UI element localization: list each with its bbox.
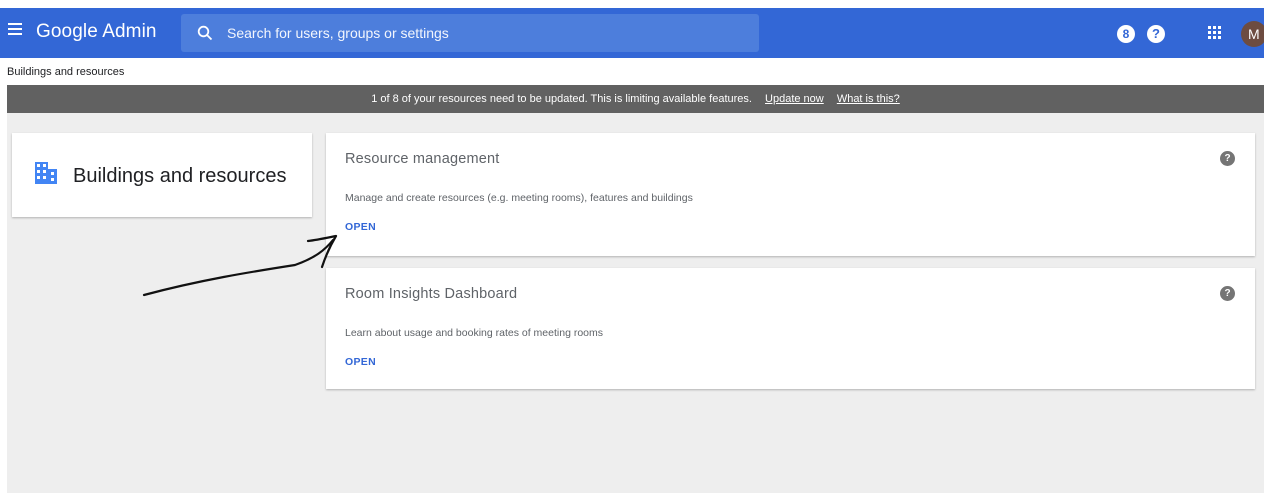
banner-message: 1 of 8 of your resources need to be upda… bbox=[371, 93, 752, 105]
card-title: Room Insights Dashboard bbox=[345, 286, 518, 302]
building-icon bbox=[35, 162, 57, 184]
card-description: Learn about usage and booking rates of m… bbox=[345, 327, 604, 339]
search-bar[interactable]: Search for users, groups or settings bbox=[181, 14, 759, 52]
update-banner: 1 of 8 of your resources need to be upda… bbox=[7, 85, 1264, 113]
section-card: Buildings and resources bbox=[12, 133, 312, 217]
help-icon[interactable]: ? bbox=[1220, 286, 1235, 301]
room-insights-card: Room Insights Dashboard Learn about usag… bbox=[326, 268, 1255, 389]
apps-grid-icon[interactable] bbox=[1208, 26, 1222, 40]
room-insights-open-button[interactable]: OPEN bbox=[345, 356, 376, 368]
resource-management-card: Resource management Manage and create re… bbox=[326, 133, 1255, 256]
update-now-link[interactable]: Update now bbox=[765, 93, 824, 105]
card-title: Resource management bbox=[345, 151, 500, 167]
resource-management-open-button[interactable]: OPEN bbox=[345, 221, 376, 233]
app-title[interactable]: Google Admin bbox=[36, 21, 157, 43]
breadcrumb[interactable]: Buildings and resources bbox=[7, 66, 124, 78]
main-content: 1 of 8 of your resources need to be upda… bbox=[7, 85, 1264, 493]
search-icon bbox=[197, 25, 213, 41]
menu-icon[interactable] bbox=[8, 23, 22, 35]
section-title: Buildings and resources bbox=[73, 165, 287, 187]
avatar[interactable]: M bbox=[1241, 21, 1264, 47]
help-icon[interactable]: ? bbox=[1220, 151, 1235, 166]
card-description: Manage and create resources (e.g. meetin… bbox=[345, 192, 693, 204]
security-badge-icon[interactable]: 8 bbox=[1117, 25, 1135, 43]
help-icon[interactable]: ? bbox=[1147, 25, 1165, 43]
search-input[interactable]: Search for users, groups or settings bbox=[227, 25, 449, 41]
top-app-bar: Google Admin Search for users, groups or… bbox=[0, 8, 1264, 58]
what-is-this-link[interactable]: What is this? bbox=[837, 93, 900, 105]
